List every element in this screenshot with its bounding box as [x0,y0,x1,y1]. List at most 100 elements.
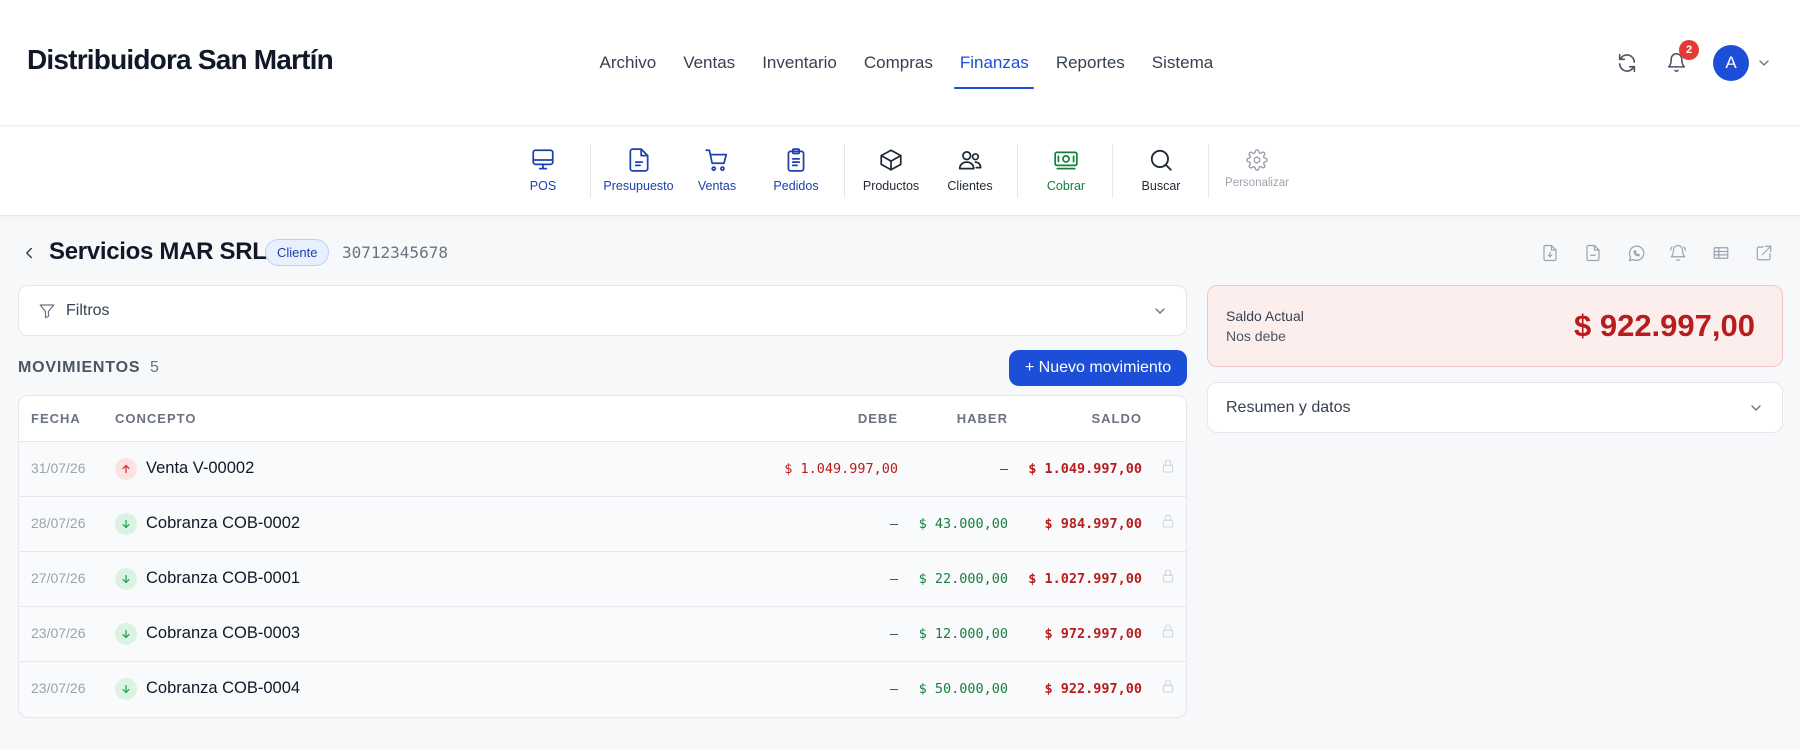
main-nav: Archivo Ventas Inventario Compras Finanz… [586,0,1227,126]
col-debe: DEBE [857,411,898,426]
lock-icon [1160,513,1176,534]
lock-icon [1160,623,1176,644]
row-date: 23/07/26 [31,680,86,696]
whatsapp-button[interactable] [1624,241,1648,265]
tool-label: Pedidos [773,179,819,193]
tool-cobrar[interactable]: Cobrar [1044,147,1088,203]
row-concept: Cobranza COB-0001 [146,569,301,587]
box-icon [880,149,902,171]
notification-badge: 2 [1679,40,1699,60]
tool-buscar[interactable]: Buscar [1140,147,1182,203]
quick-toolbar: POS Presupuesto Ventas Pedidos Productos… [0,127,1800,216]
balance-sublabel: Nos debe [1226,328,1286,344]
document-button[interactable] [1581,241,1605,265]
row-date: 28/07/26 [31,515,86,531]
col-haber: HABER [956,411,1008,426]
toolbar-divider [1208,144,1209,198]
table-row[interactable]: 27/07/26 Cobranza COB-0001 — $ 22.000,00 $ 1… [19,552,1186,607]
row-haber: $ 50.000,00 [918,681,1008,697]
tool-label: Cobrar [1046,179,1086,193]
reminder-button[interactable] [1666,241,1690,265]
nav-ventas[interactable]: Ventas [670,0,749,126]
user-avatar[interactable]: A [1713,45,1749,81]
tool-presupuesto[interactable]: Presupuesto [602,147,675,203]
movements-table: FECHA CONCEPTO DEBE HABER SALDO 31/07/26… [18,395,1187,718]
chevron-left-icon [26,247,32,259]
row-saldo: $ 1.027.997,00 [1028,571,1142,587]
row-debe: — [889,626,898,642]
row-concept: Cobranza COB-0002 [146,514,301,532]
table-row[interactable]: 28/07/26 Cobranza COB-0002 — $ 43.000,00 $ 9… [19,497,1186,552]
back-button[interactable] [18,240,40,266]
tool-clientes[interactable]: Clientes [946,147,994,203]
row-concept: Cobranza COB-0003 [146,624,301,642]
edit-client-button[interactable] [1752,241,1776,265]
nav-reportes[interactable]: Reportes [1042,0,1138,126]
nav-sistema[interactable]: Sistema [1138,0,1226,126]
lock-icon [1160,568,1176,589]
summary-panel[interactable]: Resumen y datos [1207,382,1783,433]
summary-label: Resumen y datos [1226,399,1351,416]
new-movement-button[interactable]: + Nuevo movimiento [1009,350,1187,386]
cart-icon [705,149,728,172]
row-saldo: $ 972.997,00 [1044,626,1142,642]
col-fecha: FECHA [31,411,81,426]
export-pdf-button[interactable] [1538,241,1562,265]
row-haber: $ 12.000,00 [918,626,1008,642]
row-date: 31/07/26 [31,460,86,476]
col-concepto: CONCEPTO [115,411,197,426]
file-download-icon [1543,244,1557,262]
row-debe: $ 1.049.997,00 [784,461,898,477]
gear-icon [1246,149,1268,171]
tool-label: Presupuesto [603,179,674,193]
refresh-button[interactable] [1612,48,1642,78]
filter-icon [39,304,55,319]
tool-pos[interactable]: POS [529,147,557,203]
nav-finanzas[interactable]: Finanzas [946,0,1042,126]
nav-compras[interactable]: Compras [850,0,946,126]
movements-count: 5 [150,359,159,376]
balance-label: Saldo Actual [1226,308,1304,324]
movements-title: MOVIMIENTOS [18,359,141,376]
tool-label: Productos [862,179,920,193]
row-date: 27/07/26 [31,570,86,586]
users-icon [958,151,982,170]
filters-label: Filtros [66,302,110,319]
tool-productos[interactable]: Productos [861,147,921,203]
tool-label: Buscar [1141,179,1181,193]
client-type-badge: Cliente [265,239,330,266]
table-row[interactable]: 31/07/26 Venta V-00002 $ 1.049.997,00 — $ 1.… [19,442,1186,497]
tool-label: Personalizar [1225,177,1289,189]
row-saldo: $ 1.049.997,00 [1028,461,1142,477]
toolbar-divider [1112,144,1113,198]
client-name: Servicios MAR SRL [49,238,267,265]
filters-panel[interactable]: Filtros [18,285,1187,336]
table-row[interactable]: 23/07/26 Cobranza COB-0003 — $ 12.000,00 $ 9… [19,607,1186,662]
table-row[interactable]: 23/07/26 Cobranza COB-0004 — $ 50.000,00 $ 9… [19,662,1186,717]
lock-icon [1160,458,1176,479]
tool-label: Ventas [697,179,737,193]
tool-label: POS [529,179,557,193]
nav-inventario[interactable]: Inventario [749,0,851,126]
lock-icon [1160,678,1176,699]
row-concept: Cobranza COB-0004 [146,679,301,697]
user-menu-toggle[interactable] [1752,48,1776,78]
chevron-down-icon [1155,308,1165,314]
bell-ring-icon [1669,244,1687,262]
external-edit-icon [1756,245,1772,261]
tool-pedidos[interactable]: Pedidos [771,147,821,203]
arrow-down-icon [115,513,137,535]
col-saldo: SALDO [1091,411,1142,426]
tool-personalizar[interactable]: Personalizar [1223,147,1291,203]
row-debe: — [889,516,898,532]
tool-label: Clientes [947,179,993,193]
row-debe: — [889,681,898,697]
arrow-down-icon [115,678,137,700]
row-saldo: $ 984.997,00 [1044,516,1142,532]
tool-ventas[interactable]: Ventas [696,147,738,203]
toolbar-divider [1017,144,1018,198]
arrow-up-icon [115,458,137,480]
spreadsheet-button[interactable] [1709,241,1733,265]
nav-archivo[interactable]: Archivo [586,0,670,126]
chevron-down-icon [1759,60,1769,66]
